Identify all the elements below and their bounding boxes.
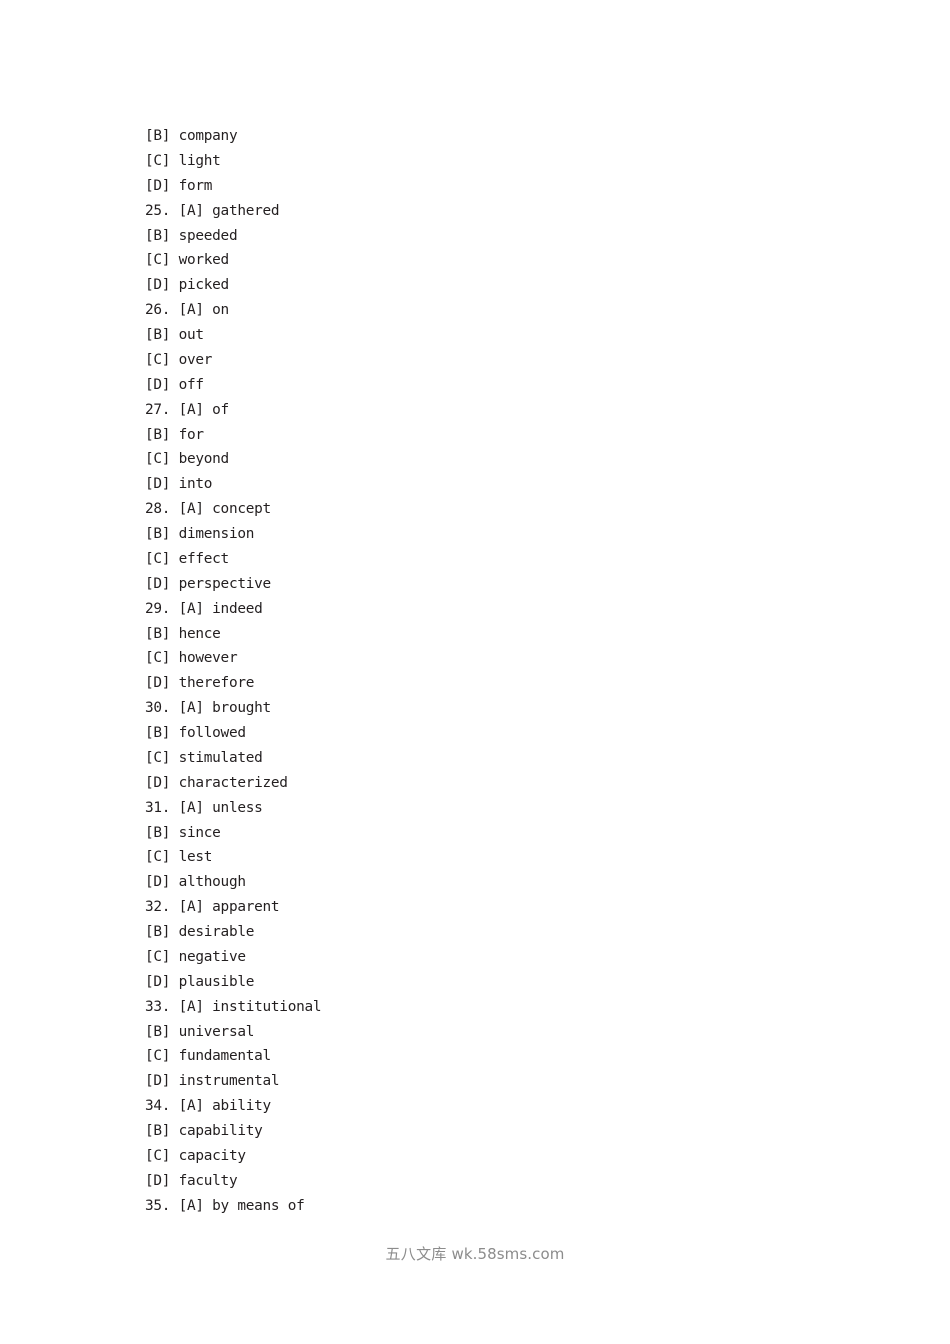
watermark-url: wk.58sms.com bbox=[451, 1245, 565, 1263]
option-line: [B] out bbox=[145, 327, 204, 343]
option-list: [B] company [C] light [D] form 25. [A] gath… bbox=[145, 124, 322, 1219]
option-line: [D] plausible bbox=[145, 973, 255, 990]
option-line: [D] instrumental bbox=[145, 1073, 280, 1090]
option-line: [C] capacity bbox=[145, 1147, 246, 1164]
option-line: [C] beyond bbox=[145, 451, 229, 468]
option-line: [C] light bbox=[145, 152, 221, 169]
option-line: [B] for bbox=[145, 426, 204, 443]
option-line: [B] universal bbox=[145, 1023, 255, 1040]
option-line: 31. [A] unless bbox=[145, 799, 263, 816]
option-line: 33. [A] institutional bbox=[145, 998, 322, 1015]
option-line: [C] fundamental bbox=[145, 1048, 271, 1065]
option-line: 29. [A] indeed bbox=[145, 600, 263, 617]
option-line: [D] perspective bbox=[145, 575, 271, 592]
option-line: [D] into bbox=[145, 476, 213, 493]
option-line: [B] dimension bbox=[145, 526, 255, 542]
option-line: [B] desirable bbox=[145, 924, 255, 940]
option-line: [D] faculty bbox=[145, 1172, 238, 1189]
option-line: 25. [A] gathered bbox=[145, 202, 280, 219]
option-line: 28. [A] concept bbox=[145, 501, 271, 518]
option-line: 30. [A] brought bbox=[145, 700, 271, 717]
option-line: 26. [A] on bbox=[145, 302, 229, 319]
option-line: [D] although bbox=[145, 874, 246, 891]
option-line: [C] lest bbox=[145, 849, 213, 866]
option-line: [B] capability bbox=[145, 1123, 263, 1139]
option-line: [B] speeded bbox=[145, 227, 238, 244]
option-line: [C] effect bbox=[145, 550, 229, 567]
option-line: [D] picked bbox=[145, 277, 229, 294]
option-line: [D] characterized bbox=[145, 774, 288, 791]
option-line: [D] therefore bbox=[145, 675, 255, 692]
option-line: [C] however bbox=[145, 650, 238, 667]
option-line: [B] company bbox=[145, 128, 238, 144]
option-line: [C] worked bbox=[145, 252, 229, 269]
option-line: [C] negative bbox=[145, 948, 246, 965]
option-line: [C] over bbox=[145, 351, 213, 368]
option-line: 27. [A] of bbox=[145, 401, 229, 418]
option-line: 35. [A] by means of bbox=[145, 1197, 305, 1214]
option-line: 34. [A] ability bbox=[145, 1098, 271, 1115]
option-line: [D] off bbox=[145, 376, 204, 393]
document-page: [B] company [C] light [D] form 25. [A] gath… bbox=[0, 0, 950, 1344]
option-line: [D] form bbox=[145, 177, 213, 194]
watermark: 五八文库 wk.58sms.com bbox=[0, 1243, 950, 1265]
option-line: [B] followed bbox=[145, 725, 246, 741]
option-line: [C] stimulated bbox=[145, 749, 263, 766]
watermark-site-name: 五八文库 bbox=[385, 1245, 447, 1263]
option-line: [B] since bbox=[145, 824, 221, 841]
option-line: [B] hence bbox=[145, 625, 221, 642]
option-line: 32. [A] apparent bbox=[145, 899, 280, 916]
